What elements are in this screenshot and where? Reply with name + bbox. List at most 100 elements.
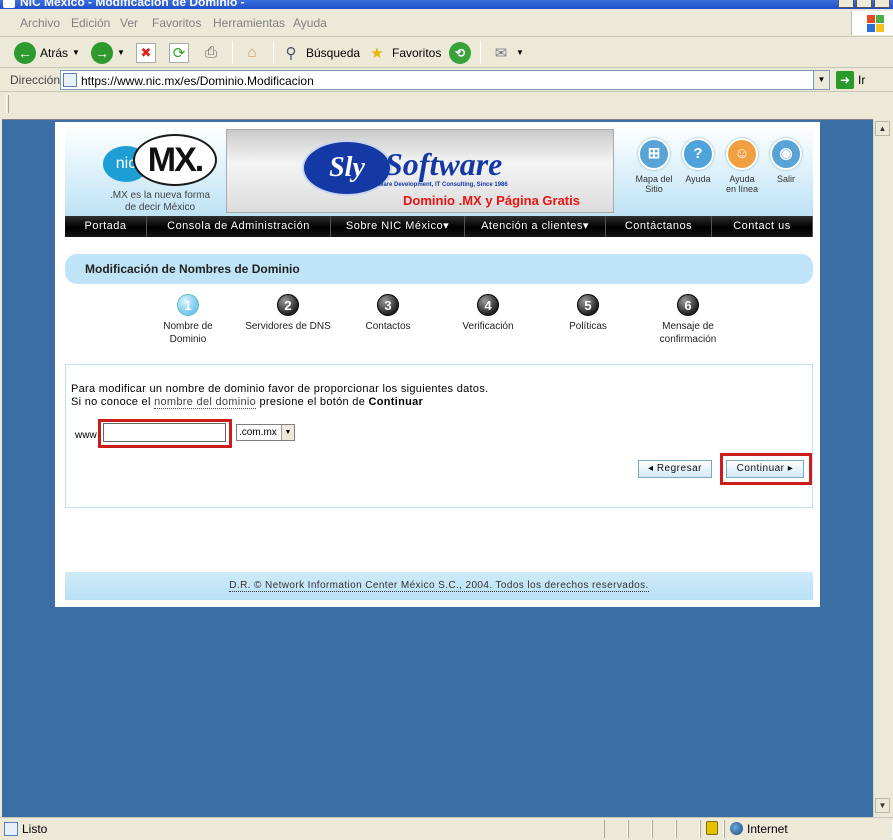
logo-mx: MX.	[133, 134, 217, 186]
internet-zone-icon	[730, 822, 743, 835]
step-1-label-2: Dominio	[169, 334, 207, 345]
status-bar: Listo Internet	[0, 817, 893, 840]
back-regresar-button[interactable]: ◂ Regresar	[638, 460, 712, 478]
tld-dropdown-icon[interactable]: ▼	[281, 425, 294, 440]
step-5: 5 Políticas	[543, 292, 633, 333]
forward-button[interactable]: → ▼	[91, 40, 125, 65]
scroll-down-icon[interactable]: ▼	[875, 798, 890, 813]
stop-icon[interactable]: ✖	[136, 42, 156, 63]
tagline-line-2: de decir México	[124, 202, 196, 213]
footer-copyright[interactable]: D.R. © Network Information Center México…	[229, 580, 649, 592]
address-url[interactable]: https://www.nic.mx/es/Dominio.Modificaci…	[81, 74, 314, 88]
nav-contactanos[interactable]: Contáctanos	[606, 216, 712, 237]
step-4: 4 Verificación	[443, 292, 533, 333]
online-help-link[interactable]: ☺ Ayuda en línea	[719, 138, 765, 194]
refresh-icon[interactable]: ⟳	[169, 42, 189, 63]
step-3-label: Contactos	[365, 321, 411, 332]
exit-link[interactable]: ◉ Salir	[763, 138, 809, 184]
browser-viewport: nic MX. .MX es la nueva forma de decir M…	[2, 119, 873, 817]
menu-favoritos[interactable]: Favoritos	[152, 16, 201, 30]
forward-dropdown-icon[interactable]: ▼	[117, 48, 125, 57]
history-icon[interactable]: ⟲	[449, 41, 471, 64]
address-input[interactable]: https://www.nic.mx/es/Dominio.Modificaci…	[60, 70, 830, 90]
step-1-label-1: Nombre de	[163, 321, 213, 332]
nav-portada[interactable]: Portada	[65, 216, 147, 237]
step-1-number: 1	[177, 294, 199, 316]
sly-software-banner[interactable]: Sly Software Software Development, IT Co…	[226, 129, 614, 213]
step-5-number: 5	[577, 294, 599, 316]
search-button[interactable]: ⚲ Búsqueda	[280, 40, 361, 65]
tld-select[interactable]: .com.mx ▼	[236, 424, 295, 441]
menu-ver[interactable]: Ver	[120, 16, 138, 30]
go-label: Ir	[858, 73, 866, 87]
minimize-button[interactable]	[838, 0, 854, 8]
tagline-line-1: .MX es la nueva forma	[109, 190, 211, 201]
step-2-label: Servidores de DNS	[245, 321, 331, 332]
help-label: Ayuda	[685, 174, 711, 184]
step-1: 1 Nombre de Dominio	[143, 292, 233, 346]
menu-herramientas[interactable]: Herramientas	[213, 16, 285, 30]
nic-mx-logo[interactable]: nic MX. .MX es la nueva forma de decir M…	[95, 132, 225, 214]
status-page-icon	[4, 822, 18, 836]
home-icon[interactable]: ⌂	[241, 42, 263, 64]
sitemap-label-2: Sitio	[645, 184, 663, 194]
mail-dropdown-icon[interactable]: ▼	[516, 48, 524, 57]
nav-consola[interactable]: Consola de Administración	[147, 216, 331, 237]
domain-name-link[interactable]: nombre del dominio	[154, 396, 257, 409]
step-4-number: 4	[477, 294, 499, 316]
vertical-scrollbar[interactable]: ▲ ▼	[873, 119, 891, 817]
nav-contact-us[interactable]: Contact us	[712, 216, 813, 237]
banner-subtitle: Software Development, IT Consulting, Sin…	[367, 182, 508, 188]
maximize-button[interactable]	[856, 0, 872, 8]
menu-ayuda[interactable]: Ayuda	[293, 16, 327, 30]
footer-text-wrap: D.R. © Network Information Center México…	[65, 580, 813, 592]
step-2-number: 2	[277, 294, 299, 316]
ssl-lock-icon[interactable]	[706, 821, 718, 835]
address-dropdown-icon[interactable]: ▼	[813, 71, 829, 89]
exit-icon: ◉	[770, 138, 802, 170]
banner-brand-software: Software	[385, 146, 503, 182]
nav-sobre-nic[interactable]: Sobre NIC México▾	[331, 216, 465, 237]
tld-selected-value: .com.mx	[239, 427, 277, 438]
toolbar-grip[interactable]	[6, 95, 9, 113]
wizard-steps: 1 Nombre de Dominio 2 Servidores de DNS …	[155, 292, 735, 352]
step-3: 3 Contactos	[343, 292, 433, 333]
domain-name-input[interactable]	[103, 423, 226, 442]
banner-promo: Dominio .MX y Página Gratis	[403, 193, 580, 208]
domain-form: Para modificar un nombre de dominio favo…	[65, 364, 813, 508]
close-button[interactable]	[874, 0, 890, 8]
back-button[interactable]: ← Atrás ▼	[14, 40, 80, 65]
sitemap-link[interactable]: ⊞ Mapa del Sitio	[631, 138, 677, 194]
favorites-button[interactable]: ★ Favoritos	[366, 40, 441, 65]
menu-edicion[interactable]: Edición	[71, 16, 110, 30]
back-label: Atrás	[40, 45, 69, 60]
ie-window-icon	[3, 0, 15, 8]
go-button[interactable]: ➜ Ir	[836, 71, 865, 89]
back-dropdown-icon[interactable]: ▼	[72, 48, 80, 57]
instruction-continue-bold: Continuar	[368, 396, 424, 408]
continue-button[interactable]: Continuar ▸	[726, 460, 804, 478]
go-arrow-icon: ➜	[836, 71, 854, 89]
links-bar	[0, 92, 893, 118]
security-zone-label: Internet	[747, 822, 788, 836]
section-title: Modificación de Nombres de Dominio	[85, 262, 300, 276]
exit-label: Salir	[776, 174, 795, 184]
forward-arrow-icon: →	[91, 41, 113, 64]
menu-archivo[interactable]: Archivo	[20, 16, 60, 30]
instruction-line-1: Para modificar un nombre de dominio favo…	[71, 383, 489, 395]
mail-button[interactable]: ✉ ▼	[490, 40, 524, 65]
print-icon[interactable]: ⎙	[200, 42, 222, 64]
header-links: ⊞ Mapa del Sitio ? Ayuda ☺ Ayuda en líne…	[631, 138, 811, 208]
sitemap-icon: ⊞	[638, 138, 670, 170]
status-text: Listo	[22, 822, 48, 836]
online-help-label-2: en línea	[725, 184, 759, 194]
main-nav: Portada Consola de Administración Sobre …	[65, 216, 813, 237]
toolbar: ← Atrás ▼ → ▼ ✖ ⟳ ⎙ ⌂ ⚲ Búsqueda ★ Favor…	[0, 37, 893, 68]
scroll-up-icon[interactable]: ▲	[875, 121, 890, 136]
step-4-label: Verificación	[462, 321, 514, 332]
sitemap-label-1: Mapa del	[635, 174, 673, 184]
nav-atencion[interactable]: Atención a clientes▾	[465, 216, 606, 237]
search-icon: ⚲	[285, 44, 297, 62]
instruction-text-a: Si no conoce el	[71, 396, 155, 408]
help-link[interactable]: ? Ayuda	[675, 138, 721, 184]
